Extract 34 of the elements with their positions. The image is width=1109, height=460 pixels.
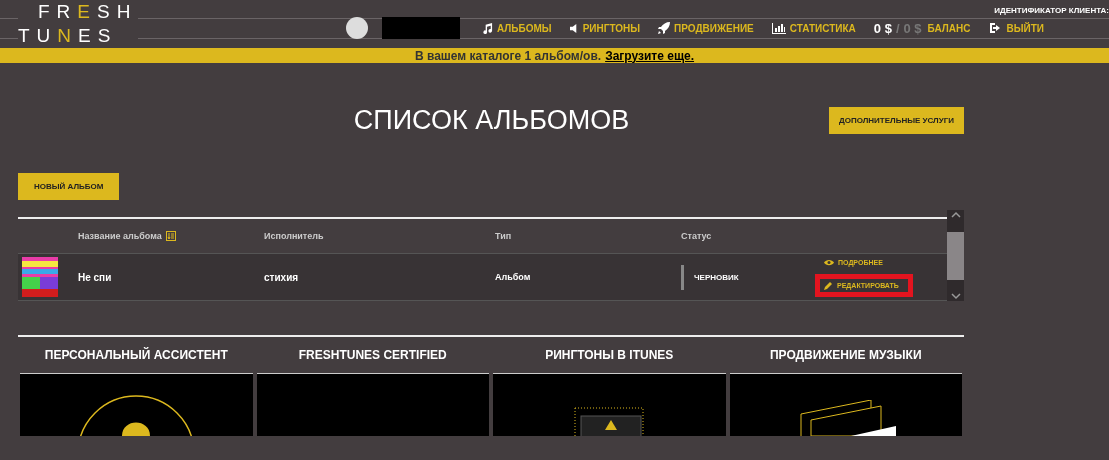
sort-icon[interactable] [165,231,176,241]
scrollbar[interactable] [947,210,964,301]
scroll-down-icon[interactable] [950,291,961,301]
balance-amount: 0 $ [873,20,892,36]
nav-link[interactable]: СТАТИСТИКА [769,20,858,36]
scroll-thumb[interactable] [947,231,964,280]
rocket-icon [658,22,671,34]
album-title: Не спи [78,271,113,283]
card-background[interactable] [20,374,253,436]
eye-icon [824,259,834,266]
nav-link[interactable]: ПРОДВИЖЕНИЕ [656,20,756,36]
extra-services-button[interactable]: ДОПОЛНИТЕЛЬНЫЕ УСЛУГИ [828,106,964,134]
bar-chart-icon [771,22,786,34]
nav-link[interactable]: АЛЬБОМЫ [480,20,554,36]
music-note-icon [482,22,493,34]
new-album-button[interactable]: НОВЫЙ АЛЬБОМ [18,173,120,200]
balance-separator: / [895,20,900,36]
pencil-icon [824,281,833,290]
artist-name: стихия [264,271,300,283]
column-header: Статус [681,231,713,241]
banner-text: В вашем каталоге 1 альбом/ов. [414,48,602,63]
scroll-up-icon[interactable] [950,210,961,220]
upload-link[interactable]: Загрузите еще. [605,48,695,63]
album-type: Альбом [495,272,532,282]
column-header: Тип [495,231,513,241]
speaker-icon [569,23,579,33]
column-header[interactable]: Название альбома [78,231,264,241]
card-background[interactable] [729,374,962,436]
page-title: СПИСОК АЛЬБОМОВ [352,104,631,136]
balance-amount: 0 $ [903,20,922,36]
client-id-label: ИДЕНТИФИКАТОР КЛИЕНТА: [994,6,1109,15]
column-header: Исполнитель [264,231,325,241]
avatar[interactable] [346,17,368,39]
logout-link[interactable]: ВЫЙТИ [988,20,1046,36]
